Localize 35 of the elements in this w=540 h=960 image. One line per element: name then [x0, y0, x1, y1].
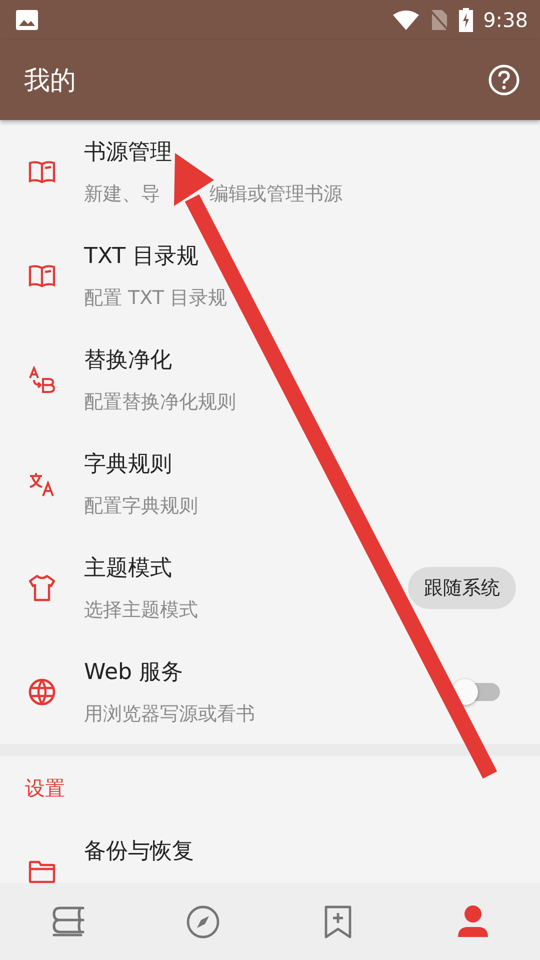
wifi-icon [393, 10, 420, 30]
item-title: 主题模式 [84, 555, 172, 583]
page-title: 我的 [24, 64, 77, 98]
item-title: TXT 目录规 [84, 243, 199, 271]
item-title: Web 服务 [84, 659, 183, 687]
no-sim-icon [429, 9, 450, 31]
help-icon[interactable] [488, 64, 520, 96]
item-title: 备份与恢复 [84, 838, 194, 866]
item-description: 编辑或管理书源 [209, 182, 342, 207]
item-title: 书源管理 [84, 139, 172, 167]
bookmark-add-icon [324, 904, 352, 938]
item-description: 新建、导 [84, 182, 160, 207]
person-icon [456, 904, 488, 938]
value-chip[interactable]: 跟随系统 [408, 567, 516, 609]
item-title: 字典规则 [84, 451, 172, 479]
translate-icon [28, 471, 56, 497]
t-shirt-icon [28, 574, 56, 602]
image-icon [16, 10, 38, 30]
folder-icon [28, 860, 56, 883]
globe-icon [28, 678, 56, 706]
battery-icon [459, 8, 474, 32]
item-title: 替换净化 [84, 347, 172, 375]
bookshelf-icon [50, 906, 84, 938]
item-description: 配置 TXT 目录规 [84, 286, 227, 311]
section-header: 设置 [25, 774, 65, 802]
book-icon [28, 160, 56, 184]
item-description: 配置替换净化规则 [84, 390, 236, 415]
clock-time: 9:38 [483, 8, 528, 32]
item-description: 选择主题模式 [84, 598, 198, 623]
item-description: 用浏览器写源或看书 [84, 702, 255, 727]
toggle-switch[interactable] [452, 679, 500, 705]
book-icon [28, 264, 56, 288]
replace-icon [28, 366, 56, 394]
compass-icon [186, 904, 220, 938]
item-description: 配置字典规则 [84, 494, 198, 519]
